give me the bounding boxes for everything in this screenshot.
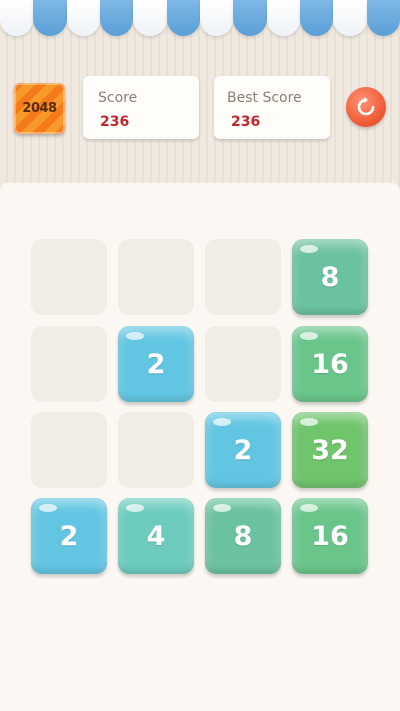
tile-shine — [213, 504, 231, 512]
tile-shine — [213, 418, 231, 426]
awning — [0, 0, 400, 38]
tile-8: 8 — [292, 239, 368, 315]
awning-scallop — [66, 0, 100, 36]
awning-scallop — [366, 0, 400, 36]
logo-text: 2048 — [22, 101, 57, 116]
tile-value: 16 — [311, 348, 349, 380]
board-cell — [118, 412, 194, 488]
tile-value: 16 — [311, 520, 349, 552]
board-cell — [31, 326, 107, 402]
awning-scallop — [99, 0, 134, 36]
tile-2: 2 — [31, 498, 107, 574]
tile-shine — [126, 504, 144, 512]
awning-scallop — [333, 0, 367, 36]
tile-value: 32 — [311, 434, 349, 466]
tile-16: 16 — [292, 498, 368, 574]
awning-scallop — [266, 0, 300, 36]
restart-icon — [357, 97, 375, 116]
awning-scallop — [0, 0, 34, 36]
tile-value: 8 — [320, 261, 340, 293]
tile-shine — [39, 504, 57, 512]
tile-value: 4 — [146, 520, 166, 552]
score-value: 236 — [100, 114, 130, 130]
score-label: Score — [98, 90, 138, 106]
tile-2: 2 — [118, 326, 194, 402]
awning-scallop — [199, 0, 234, 36]
tile-8: 8 — [205, 498, 281, 574]
tile-value: 2 — [233, 434, 253, 466]
board-cell — [31, 239, 107, 315]
tile-16: 16 — [292, 326, 368, 402]
tile-32: 32 — [292, 412, 368, 488]
awning-scallop — [133, 0, 167, 36]
awning-scallop — [299, 0, 334, 36]
awning-scallop — [233, 0, 267, 36]
tile-value: 2 — [146, 348, 166, 380]
tile-4: 4 — [118, 498, 194, 574]
score-card: Score 236 — [83, 76, 199, 139]
tile-shine — [300, 418, 318, 426]
awning-scallop — [166, 0, 200, 36]
best-score-value: 236 — [231, 114, 261, 130]
board-cell — [31, 412, 107, 488]
board-cell — [205, 326, 281, 402]
tile-shine — [300, 332, 318, 340]
game-board[interactable]: 8 2 16 2 32 2 4 8 16 — [0, 183, 400, 711]
board-cell — [118, 239, 194, 315]
tile-shine — [300, 504, 318, 512]
restart-button[interactable] — [346, 87, 386, 127]
logo-2048: 2048 — [14, 83, 65, 134]
awning-scallop — [33, 0, 67, 36]
tile-shine — [126, 332, 144, 340]
tile-value: 8 — [233, 520, 253, 552]
board-cell — [205, 239, 281, 315]
tile-value: 2 — [59, 520, 79, 552]
best-score-card: Best Score 236 — [214, 76, 330, 139]
tile-shine — [300, 245, 318, 253]
tile-2: 2 — [205, 412, 281, 488]
best-score-label: Best Score — [227, 90, 302, 106]
